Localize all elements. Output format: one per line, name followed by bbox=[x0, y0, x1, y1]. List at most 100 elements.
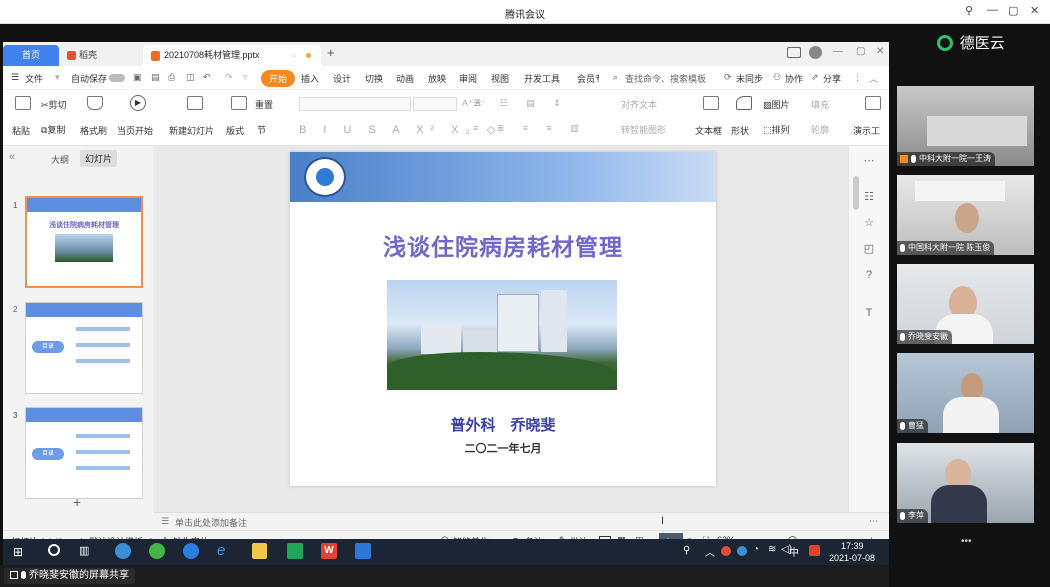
sogou-icon[interactable] bbox=[183, 543, 199, 559]
more-icon[interactable]: ⋯ bbox=[869, 516, 878, 527]
participant-tile[interactable]: 中科大附一院一王涛 bbox=[897, 86, 1034, 166]
arrange-button[interactable]: ⬚排列 bbox=[763, 123, 790, 136]
app-icon[interactable] bbox=[115, 543, 131, 559]
autosave-toggle[interactable] bbox=[109, 74, 125, 82]
align-text-button[interactable]: 对齐文本 bbox=[621, 98, 657, 111]
windows-start-icon[interactable]: ⊞ bbox=[13, 545, 23, 559]
switch-icon[interactable]: ◰ bbox=[862, 242, 876, 256]
minimize-icon[interactable]: — bbox=[987, 4, 998, 16]
user-avatar[interactable] bbox=[809, 46, 822, 59]
wps-icon[interactable]: W bbox=[321, 543, 337, 559]
menu-animation[interactable]: 动画 bbox=[396, 72, 414, 85]
font-name-select[interactable] bbox=[299, 97, 411, 111]
outline-button[interactable]: 轮廓 bbox=[811, 123, 829, 136]
chevron-down-icon[interactable]: ▾ bbox=[55, 72, 60, 83]
ie-icon[interactable]: e bbox=[217, 542, 225, 559]
close-icon[interactable]: ✕ bbox=[1030, 4, 1039, 17]
align-buttons[interactable]: ≡ ≣ ≡ ≡ ▥ bbox=[473, 123, 587, 134]
more-participants-icon[interactable]: ••• bbox=[961, 536, 972, 547]
undo-icon[interactable]: ↶ bbox=[203, 72, 211, 83]
customize-icon[interactable]: ▿ bbox=[243, 72, 248, 83]
pin-icon[interactable]: ⚲ bbox=[965, 4, 973, 17]
menu-slideshow[interactable]: 放映 bbox=[428, 72, 446, 85]
cut-button[interactable]: ✂剪切 bbox=[41, 98, 67, 111]
share-button[interactable]: 分享 bbox=[823, 72, 841, 85]
person-icon[interactable]: ⚲ bbox=[683, 545, 690, 556]
tray-chevron-icon[interactable]: ︿ bbox=[705, 544, 715, 559]
collapse-ribbon-icon[interactable]: ︿ bbox=[869, 72, 878, 85]
restore-icon[interactable]: ▢ bbox=[1008, 4, 1018, 17]
tray-app-icon[interactable] bbox=[737, 546, 747, 556]
export-icon[interactable]: ▤ bbox=[151, 72, 160, 83]
reset-button[interactable]: 重置 bbox=[255, 98, 273, 111]
tab-document[interactable]: 20210708耗材管理.pptx ◌ bbox=[143, 45, 321, 66]
browser-icon[interactable] bbox=[149, 543, 165, 559]
more-icon[interactable]: ⋮ bbox=[853, 72, 862, 83]
search-icon[interactable] bbox=[48, 544, 60, 556]
slide-thumbnail[interactable]: 目录 bbox=[25, 302, 143, 394]
fill-button[interactable]: 填充 bbox=[811, 98, 829, 111]
task-view-icon[interactable]: ▥ bbox=[79, 544, 89, 557]
network-icon[interactable]: ◔ bbox=[753, 544, 759, 555]
menu-view[interactable]: 视图 bbox=[491, 72, 509, 85]
add-slide-icon[interactable]: + bbox=[73, 494, 81, 510]
wifi-icon[interactable]: ≋ bbox=[768, 544, 776, 555]
tray-app-icon[interactable] bbox=[721, 546, 731, 556]
tab-outline[interactable]: 大纲 bbox=[51, 153, 69, 166]
menu-insert[interactable]: 插入 bbox=[301, 72, 319, 85]
collab-button[interactable]: 协作 bbox=[785, 72, 803, 85]
clock-time[interactable]: 17:39 bbox=[841, 541, 864, 551]
save-icon[interactable]: ▣ bbox=[133, 72, 142, 83]
close-icon[interactable]: ✕ bbox=[876, 46, 884, 57]
app-icon[interactable] bbox=[287, 543, 303, 559]
hamburger-icon[interactable]: ☰ bbox=[11, 72, 19, 83]
font-size-select[interactable] bbox=[413, 97, 457, 111]
list-buttons[interactable]: ☰ ☷ ▤ ⇕ bbox=[473, 98, 569, 109]
tab-cloud-icon[interactable]: ◌ bbox=[291, 45, 296, 66]
tray-wps-icon[interactable] bbox=[809, 545, 820, 556]
shape-button[interactable]: 形状 bbox=[731, 124, 749, 137]
tab-slides[interactable]: 幻灯片 bbox=[80, 150, 118, 167]
help-icon[interactable]: ? bbox=[862, 268, 876, 282]
participant-tile[interactable]: 曹猛 bbox=[897, 353, 1034, 433]
section-button[interactable]: 节 bbox=[257, 123, 266, 136]
text-icon[interactable]: T bbox=[862, 306, 876, 320]
animation-icon[interactable]: ☆ bbox=[862, 216, 876, 230]
paste-button[interactable]: 粘贴 bbox=[12, 124, 30, 137]
clock-date[interactable]: 2021-07-08 bbox=[829, 553, 875, 563]
slide-thumbnail[interactable]: 浅谈住院病房耗材管理 bbox=[25, 196, 143, 288]
collapse-panel-icon[interactable]: « bbox=[9, 151, 15, 163]
participant-tile[interactable]: 中国科大附一院 陈玉俊 bbox=[897, 175, 1034, 255]
menu-review[interactable]: 审阅 bbox=[459, 72, 477, 85]
present-tool-button[interactable]: 演示工 bbox=[853, 124, 887, 137]
unsync-button[interactable]: 未同步 bbox=[736, 72, 763, 85]
layout-button[interactable]: 版式 bbox=[226, 124, 244, 137]
smart-shape-button[interactable]: 转智能图形 bbox=[621, 123, 666, 136]
preview-icon[interactable]: ◫ bbox=[186, 72, 195, 83]
format-painter-button[interactable]: 格式刷 bbox=[80, 124, 107, 137]
minimize-icon[interactable]: — bbox=[833, 46, 843, 57]
tencent-meeting-icon[interactable] bbox=[355, 543, 371, 559]
textbox-button[interactable]: 文本框 bbox=[695, 124, 722, 137]
tab-count-icon[interactable] bbox=[787, 47, 801, 58]
print-icon[interactable]: ⎙ bbox=[168, 72, 175, 83]
from-current-button[interactable]: 当页开始 bbox=[117, 124, 153, 137]
ime-indicator[interactable]: 中 bbox=[789, 544, 799, 559]
slide-thumbnail[interactable]: 目录 bbox=[25, 407, 143, 499]
scrollbar[interactable] bbox=[853, 176, 859, 210]
menu-file[interactable]: 文件 bbox=[25, 72, 43, 85]
menu-member[interactable]: 会员专 bbox=[577, 72, 599, 85]
redo-icon[interactable]: ↷ bbox=[225, 72, 233, 83]
copy-button[interactable]: ⧉复制 bbox=[41, 123, 65, 136]
file-explorer-icon[interactable] bbox=[252, 543, 267, 559]
participant-tile[interactable]: 乔晓斐安徽 bbox=[897, 264, 1034, 344]
menu-start[interactable]: 开始 bbox=[261, 70, 296, 87]
new-slide-button[interactable]: 新建幻灯片 bbox=[169, 124, 214, 137]
search-input[interactable]: 查找命令、搜索模板 bbox=[625, 72, 706, 85]
tab-daoke[interactable]: 稻壳 bbox=[59, 45, 141, 66]
participant-tile[interactable]: 李萍 bbox=[897, 443, 1034, 523]
more-tools-icon[interactable]: ⋯ bbox=[862, 154, 876, 168]
new-tab-icon[interactable]: + bbox=[327, 45, 335, 60]
menu-devtools[interactable]: 开发工具 bbox=[524, 72, 560, 85]
tab-home[interactable]: 首页 bbox=[3, 45, 59, 66]
